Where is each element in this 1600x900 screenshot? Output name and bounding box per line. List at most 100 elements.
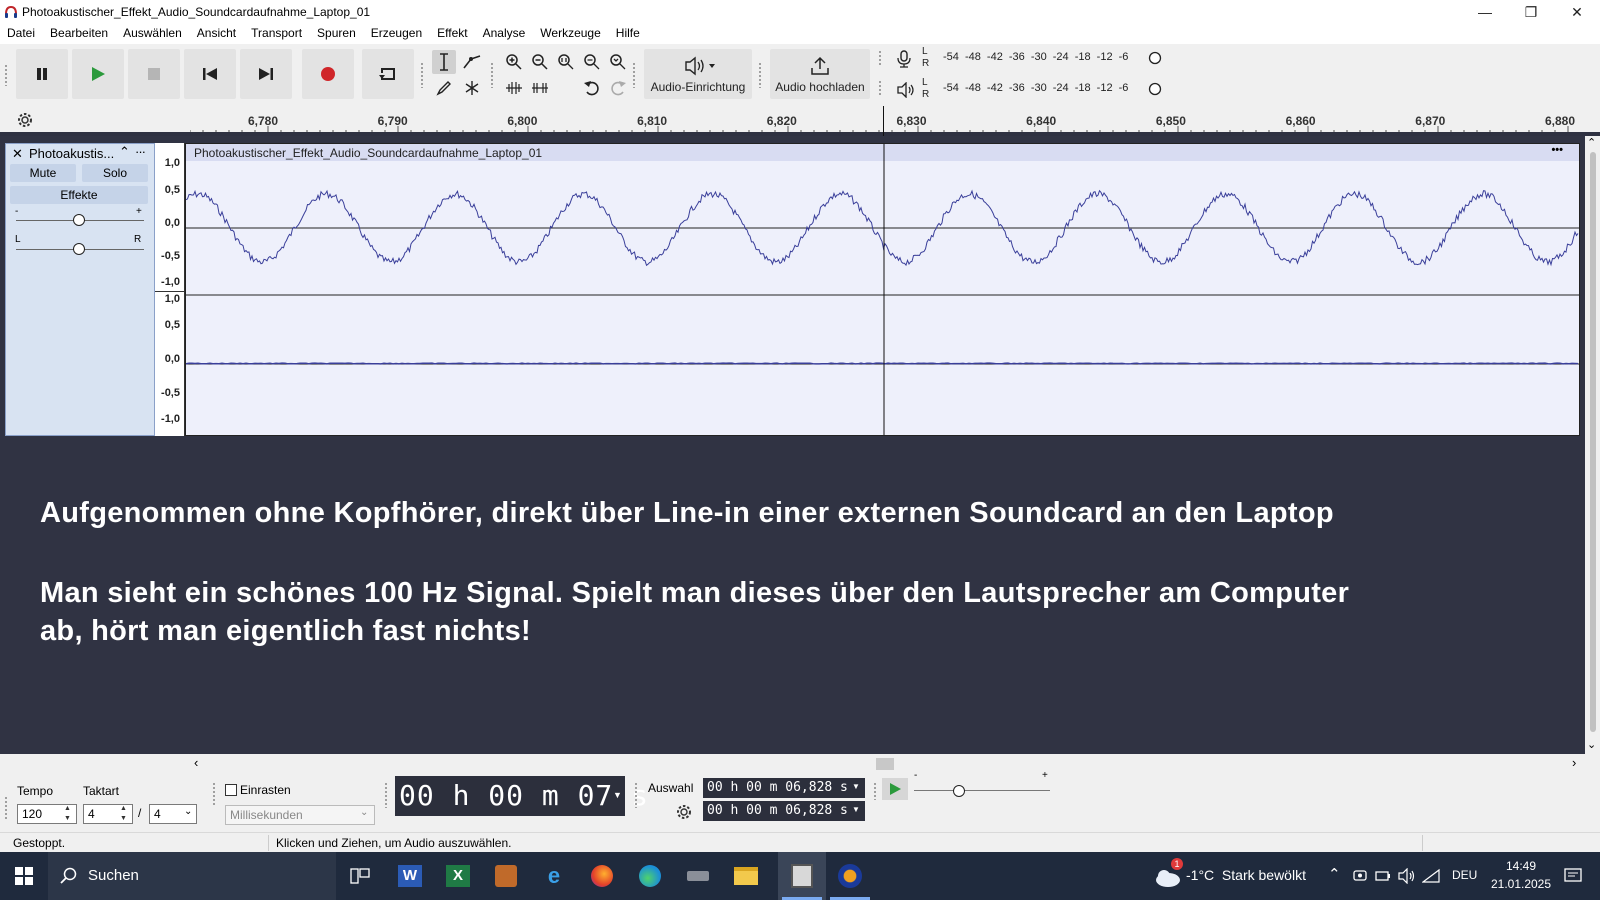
toolbar-grip[interactable] bbox=[420, 62, 424, 88]
explorer-taskbar-icon[interactable] bbox=[730, 860, 762, 892]
audio-setup-button[interactable]: Audio-Einrichtung bbox=[644, 49, 752, 99]
selection-start-dropdown-icon[interactable]: ▼ bbox=[852, 782, 860, 791]
draw-tool[interactable] bbox=[432, 76, 456, 100]
toolbar-grip[interactable] bbox=[4, 796, 8, 820]
stop-button[interactable] bbox=[128, 49, 180, 99]
skip-to-start-button[interactable] bbox=[184, 49, 236, 99]
horizontal-scroll-thumb[interactable] bbox=[876, 758, 894, 770]
speaker-icon[interactable] bbox=[896, 82, 916, 98]
silence-button[interactable] bbox=[528, 76, 552, 100]
time-display[interactable]: 00 h 00 m 07 s bbox=[395, 776, 648, 816]
task-view-button[interactable] bbox=[344, 860, 376, 892]
weather-text[interactable]: -1°C Stark bewölkt bbox=[1186, 867, 1306, 883]
gain-slider-thumb[interactable] bbox=[73, 214, 85, 226]
zoom-out-button[interactable] bbox=[528, 50, 552, 74]
menu-hilfe[interactable]: Hilfe bbox=[609, 24, 648, 44]
menu-datei[interactable]: Datei bbox=[0, 24, 43, 44]
wifi-icon[interactable] bbox=[1422, 868, 1440, 884]
chevron-down-icon[interactable]: ⌄ bbox=[184, 806, 192, 817]
ie-taskbar-icon[interactable]: e bbox=[538, 860, 570, 892]
selection-tool[interactable] bbox=[432, 50, 456, 74]
loop-button[interactable] bbox=[362, 49, 414, 99]
numerator-stepper-icon[interactable]: ▲ ▼ bbox=[120, 804, 127, 824]
record-meter[interactable]: -54 -48 -42 -36 -30 -24 -18 -12 -6 bbox=[943, 51, 1128, 63]
notification-icon[interactable] bbox=[1564, 867, 1582, 885]
gear-icon[interactable] bbox=[676, 804, 692, 820]
menu-transport[interactable]: Transport bbox=[244, 24, 310, 44]
track-menu-icon[interactable]: ··· bbox=[135, 144, 146, 159]
toolbar-grip[interactable] bbox=[490, 62, 494, 88]
minimize-button[interactable]: — bbox=[1462, 0, 1508, 24]
solo-button[interactable]: Solo bbox=[82, 164, 148, 182]
undo-button[interactable] bbox=[580, 76, 604, 100]
clock-date[interactable]: 21.01.2025 bbox=[1484, 877, 1558, 891]
clock-time[interactable]: 14:49 bbox=[1496, 859, 1546, 873]
time-format-dropdown-icon[interactable]: ▼ bbox=[613, 790, 622, 800]
envelope-tool[interactable] bbox=[460, 50, 484, 74]
mute-button[interactable]: Mute bbox=[10, 164, 76, 182]
scroll-down-icon[interactable]: ⌄ bbox=[1587, 738, 1596, 751]
fit-selection-button[interactable] bbox=[554, 50, 578, 74]
selection-end-time[interactable]: 00 h 00 m 06,828 s bbox=[703, 801, 865, 821]
edge-taskbar-icon[interactable] bbox=[634, 860, 666, 892]
zoom-in-button[interactable] bbox=[502, 50, 526, 74]
calculator-taskbar-icon[interactable] bbox=[786, 860, 818, 892]
tempo-stepper-icon[interactable]: ▲ ▼ bbox=[64, 804, 71, 824]
fit-project-button[interactable] bbox=[580, 50, 604, 74]
battery-icon[interactable] bbox=[1374, 868, 1392, 884]
trim-button[interactable] bbox=[502, 76, 526, 100]
toolbar-grip[interactable] bbox=[632, 62, 636, 88]
effects-button[interactable]: Effekte bbox=[10, 186, 148, 204]
language-indicator[interactable]: DEU bbox=[1452, 868, 1477, 882]
app-taskbar-icon[interactable] bbox=[490, 860, 522, 892]
scroll-left-icon[interactable]: ‹ bbox=[194, 755, 198, 770]
word-taskbar-icon[interactable]: W bbox=[394, 860, 426, 892]
close-button[interactable]: ✕ bbox=[1554, 0, 1600, 24]
track-name[interactable]: Photoakustis... bbox=[29, 146, 114, 161]
collapse-track-icon[interactable]: ⌃ bbox=[119, 144, 130, 160]
toolbar-grip[interactable] bbox=[384, 782, 388, 808]
chevron-up-icon[interactable]: ⌃ bbox=[1328, 865, 1341, 883]
redo-button[interactable] bbox=[606, 76, 630, 100]
audacity-taskbar-icon[interactable] bbox=[834, 860, 866, 892]
record-button[interactable] bbox=[302, 49, 354, 99]
horizontal-scrollbar[interactable]: ‹ › bbox=[0, 754, 1600, 772]
microphone-icon[interactable] bbox=[896, 50, 912, 68]
toolbar-grip[interactable] bbox=[873, 782, 877, 800]
play-button[interactable] bbox=[72, 49, 124, 99]
playback-meter-knob-icon[interactable] bbox=[1148, 82, 1162, 96]
chevron-down-icon[interactable]: ⌄ bbox=[360, 807, 368, 818]
pause-button[interactable] bbox=[16, 49, 68, 99]
selection-start-time[interactable]: 00 h 00 m 06,828 s bbox=[703, 778, 865, 798]
timeline-ruler[interactable]: 6,780 6,790 6,800 6,810 6,820 6,830 6,840 6,850… bbox=[0, 106, 1600, 134]
app-taskbar-icon[interactable] bbox=[682, 860, 714, 892]
pan-slider-thumb[interactable] bbox=[73, 243, 85, 255]
excel-taskbar-icon[interactable]: X bbox=[442, 860, 474, 892]
toolbar-grip[interactable] bbox=[758, 62, 762, 88]
toolbar-grip[interactable] bbox=[4, 64, 8, 86]
scroll-right-icon[interactable]: › bbox=[1572, 755, 1576, 770]
speed-slider-track[interactable] bbox=[914, 790, 1050, 791]
waveform[interactable] bbox=[186, 144, 1579, 435]
firefox-taskbar-icon[interactable] bbox=[586, 860, 618, 892]
track-control-panel[interactable]: ✕ Photoakustis... ⌃ ··· Mute Solo Effekt… bbox=[5, 143, 155, 436]
volume-icon[interactable] bbox=[1398, 868, 1416, 884]
playback-meter[interactable]: -54 -48 -42 -36 -30 -24 -18 -12 -6 bbox=[943, 82, 1128, 94]
vertical-scrollbar[interactable]: ⌃ ⌄ bbox=[1585, 136, 1600, 754]
multi-tool[interactable] bbox=[460, 76, 484, 100]
menu-ansicht[interactable]: Ansicht bbox=[190, 24, 244, 44]
scroll-up-icon[interactable]: ⌃ bbox=[1587, 136, 1596, 149]
restore-button[interactable]: ❐ bbox=[1508, 0, 1554, 24]
close-track-icon[interactable]: ✕ bbox=[12, 146, 23, 162]
audio-clip[interactable]: Photoakustischer_Effekt_Audio_Soundcarda… bbox=[185, 143, 1580, 436]
zoom-toggle-button[interactable] bbox=[606, 50, 630, 74]
gear-icon[interactable] bbox=[17, 112, 33, 128]
skip-to-end-button[interactable] bbox=[240, 49, 292, 99]
speed-slider-thumb[interactable] bbox=[953, 785, 965, 797]
selection-end-dropdown-icon[interactable]: ▼ bbox=[852, 805, 860, 814]
vertical-scroll-thumb[interactable] bbox=[1590, 152, 1596, 732]
toolbar-grip[interactable] bbox=[212, 782, 216, 806]
toolbar-grip[interactable] bbox=[878, 80, 882, 96]
menu-auswaehlen[interactable]: Auswählen bbox=[116, 24, 190, 44]
record-meter-knob-icon[interactable] bbox=[1148, 51, 1162, 65]
